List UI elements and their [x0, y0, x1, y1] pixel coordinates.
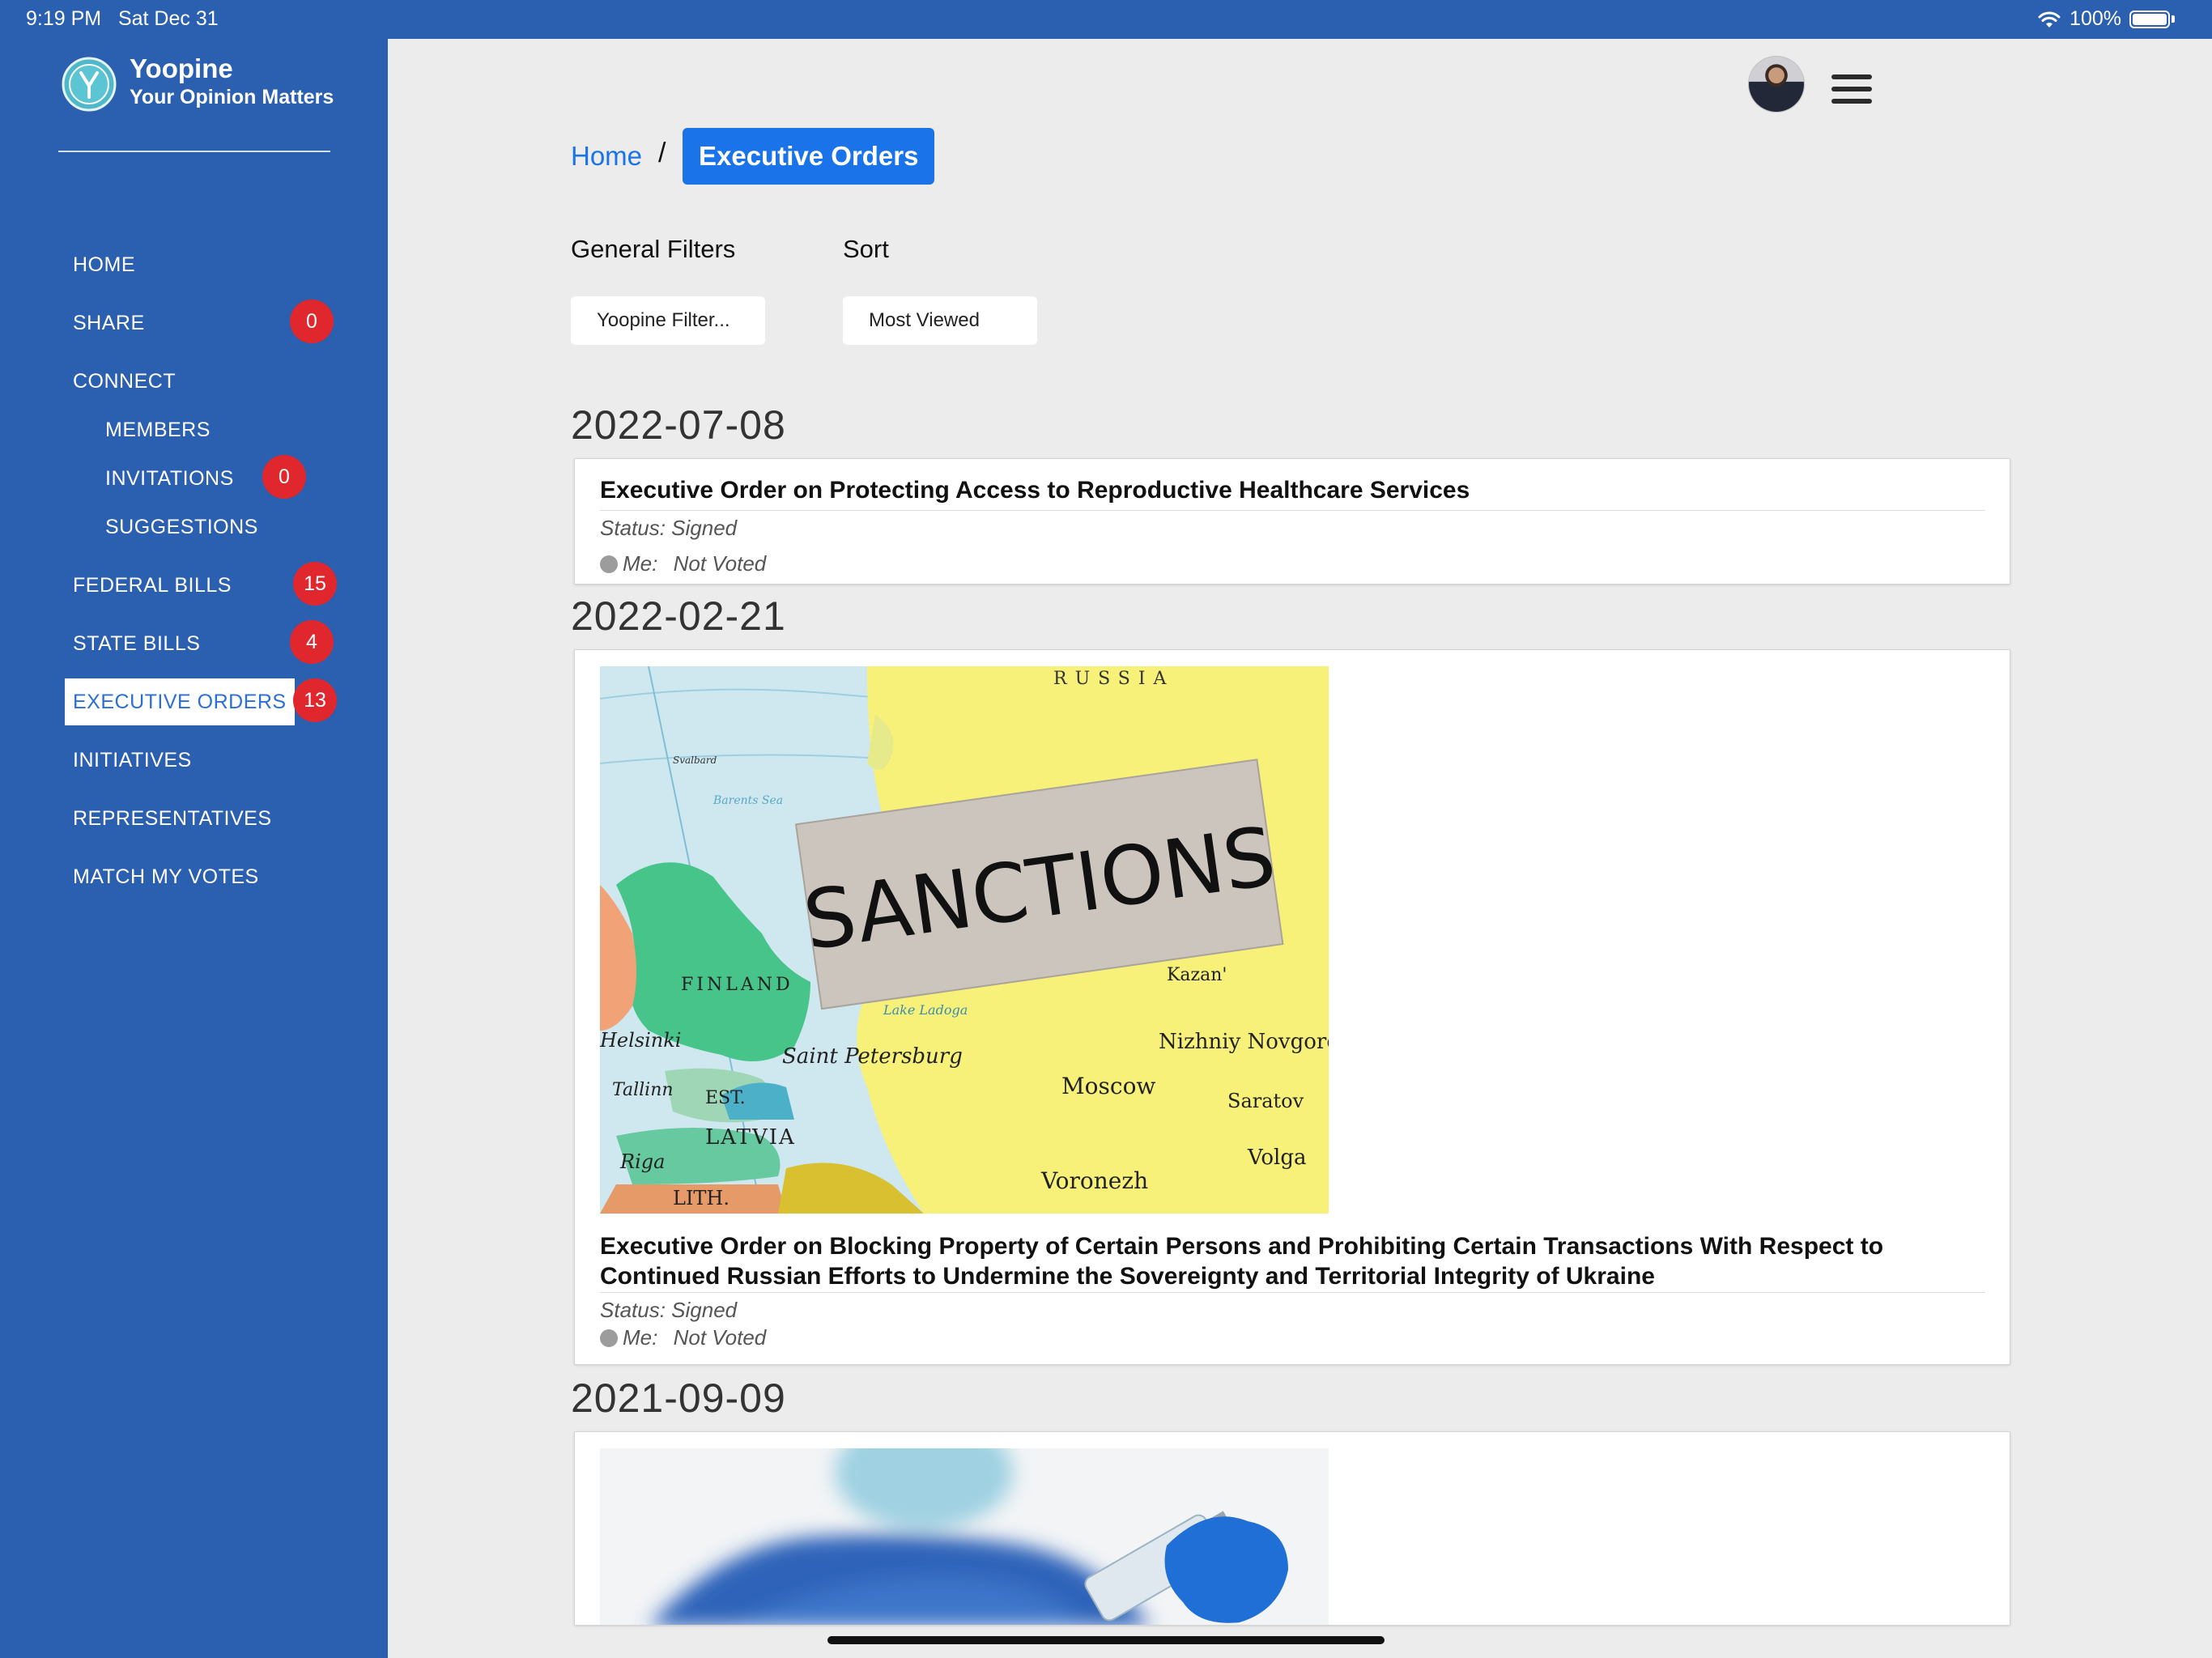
- brand-name: Yoopine: [130, 53, 233, 83]
- map-label-riga: Riga: [619, 1150, 665, 1173]
- sidebar-item-federal-bills[interactable]: FEDERAL BILLS: [73, 573, 232, 597]
- order-status: Status: Signed: [600, 1298, 738, 1322]
- map-label-svalbard: Svalbard: [673, 755, 717, 766]
- battery-icon: [2129, 10, 2170, 28]
- menu-bar: [1831, 87, 1872, 91]
- my-vote-label: Me:: [623, 1325, 658, 1350]
- user-avatar[interactable]: [1749, 57, 1804, 112]
- breadcrumb-home-link[interactable]: Home: [571, 141, 642, 172]
- sidebar-item-members[interactable]: MEMBERS: [105, 418, 211, 442]
- menu-bar: [1831, 74, 1872, 79]
- home-indicator[interactable]: [827, 1636, 1385, 1644]
- order-card[interactable]: RUSSIA Barents Sea Svalbard FINLAND Hels…: [574, 649, 2010, 1365]
- map-label-latvia: LATVIA: [705, 1125, 796, 1150]
- invitations-count-badge: 0: [262, 455, 306, 499]
- map-label-helsinki: Helsinki: [600, 1029, 681, 1052]
- order-date-heading: 2021-09-09: [571, 1375, 786, 1421]
- breadcrumb-current[interactable]: Executive Orders: [683, 128, 935, 185]
- battery-percent: 100%: [2069, 7, 2121, 30]
- breadcrumb-separator: /: [658, 138, 666, 168]
- map-label-saint-petersburg: Saint Petersburg: [782, 1044, 963, 1069]
- map-label-ladoga: Lake Ladoga: [883, 1002, 968, 1018]
- hamburger-menu-icon[interactable]: [1831, 74, 1872, 104]
- sidebar-item-home[interactable]: HOME: [73, 253, 135, 277]
- state-bills-count-badge: 4: [290, 620, 334, 664]
- general-filters-label: General Filters: [571, 235, 736, 263]
- sidebar-item-initiatives[interactable]: INITIATIVES: [73, 748, 192, 772]
- sidebar: Yoopine Your Opinion Matters HOME SHARE …: [0, 0, 388, 1658]
- map-label-saratov: Saratov: [1227, 1090, 1304, 1112]
- status-time: 9:19 PM Sat Dec 31: [26, 7, 219, 31]
- status-time-text: 9:19 PM: [26, 7, 102, 30]
- menu-bar: [1831, 99, 1872, 104]
- vaccine-image[interactable]: [600, 1448, 1329, 1626]
- map-label-nizhniy: Nizhniy Novgorod: [1159, 1030, 1329, 1054]
- sidebar-item-suggestions[interactable]: SUGGESTIONS: [105, 515, 258, 539]
- map-label-lith: LITH.: [673, 1187, 730, 1209]
- battery-nub: [2172, 15, 2175, 23]
- map-label-volga: Volga: [1247, 1146, 1307, 1170]
- map-label-moscow: Moscow: [1061, 1073, 1155, 1099]
- sort-select[interactable]: Most Viewed: [843, 296, 1037, 345]
- sidebar-item-invitations[interactable]: INVITATIONS: [105, 466, 234, 491]
- map-label-voronezh: Voronezh: [1040, 1167, 1148, 1194]
- order-title[interactable]: Executive Order on Blocking Property of …: [600, 1231, 1985, 1291]
- my-vote-status: Me: Not Voted: [600, 551, 766, 576]
- status-date-text: Sat Dec 31: [117, 7, 219, 30]
- order-title[interactable]: Executive Order on Protecting Access to …: [600, 475, 1985, 505]
- card-divider: [600, 510, 1985, 511]
- map-label-russia: RUSSIA: [1053, 669, 1174, 689]
- status-right: 100%: [2037, 7, 2175, 31]
- brand-tagline: Your Opinion Matters: [130, 86, 334, 108]
- order-status: Status: Signed: [600, 516, 738, 540]
- my-vote-status: Me: Not Voted: [600, 1325, 766, 1350]
- map-label-finland: FINLAND: [681, 975, 793, 995]
- map-label-tallinn: Tallinn: [612, 1080, 674, 1100]
- map-label-kazan: Kazan': [1167, 965, 1227, 985]
- federal-bills-count-badge: 15: [293, 562, 337, 606]
- sidebar-item-executive-orders[interactable]: EXECUTIVE ORDERS: [65, 678, 295, 725]
- vote-status-dot-icon: [600, 555, 618, 573]
- sidebar-item-match-my-votes[interactable]: MATCH MY VOTES: [73, 865, 259, 889]
- my-vote-label: Me:: [623, 551, 658, 576]
- sidebar-item-state-bills[interactable]: STATE BILLS: [73, 631, 200, 656]
- sidebar-item-connect[interactable]: CONNECT: [73, 369, 176, 393]
- map-label-barents: Barents Sea: [713, 794, 783, 807]
- card-divider: [600, 1292, 1985, 1293]
- map-label-est: EST.: [705, 1088, 746, 1108]
- executive-orders-count-badge: 13: [293, 678, 337, 722]
- wifi-icon: [2038, 11, 2061, 28]
- sidebar-item-representatives[interactable]: REPRESENTATIVES: [73, 806, 272, 831]
- yoopine-logo-icon[interactable]: [62, 57, 117, 112]
- status-bar: 9:19 PM Sat Dec 31 100%: [0, 0, 2212, 39]
- order-card[interactable]: [574, 1431, 2010, 1626]
- my-vote-value: Not Voted: [673, 1325, 767, 1350]
- my-vote-value: Not Voted: [673, 551, 767, 576]
- order-date-heading: 2022-02-21: [571, 593, 786, 639]
- order-date-heading: 2022-07-08: [571, 402, 786, 448]
- sidebar-item-share[interactable]: SHARE: [73, 311, 145, 335]
- sanctions-map-image[interactable]: RUSSIA Barents Sea Svalbard FINLAND Hels…: [600, 666, 1329, 1214]
- vote-status-dot-icon: [600, 1329, 618, 1347]
- sort-label: Sort: [843, 235, 889, 263]
- share-count-badge: 0: [290, 300, 334, 343]
- general-filter-select[interactable]: Yoopine Filter...: [571, 296, 765, 345]
- order-card[interactable]: Executive Order on Protecting Access to …: [574, 458, 2010, 585]
- sidebar-divider: [58, 151, 330, 152]
